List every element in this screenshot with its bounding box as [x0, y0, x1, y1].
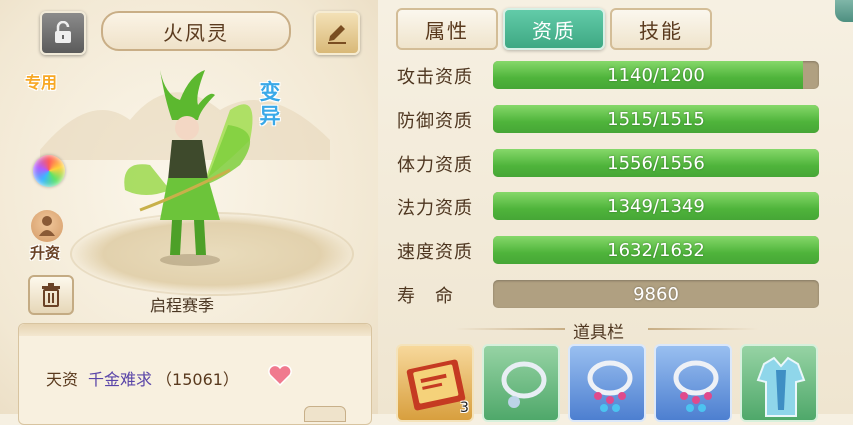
exclusive-badge: 专用: [25, 73, 58, 92]
pet-character: [124, 70, 253, 266]
stat-value: 1632/1632: [607, 239, 705, 261]
rename-button[interactable]: [314, 11, 360, 55]
upgrade-aptitude-icon[interactable]: [31, 210, 63, 242]
stat-label: 法力资质: [397, 198, 473, 219]
upgrade-aptitude-label[interactable]: 升资: [30, 242, 60, 263]
unlock-icon: [55, 21, 71, 43]
divider-right: [648, 328, 758, 330]
stat-bar: 1349/1349: [493, 192, 819, 220]
stat-bar: 1140/1200: [493, 61, 819, 89]
talent-row: 天资 千金难求 （15061）: [46, 366, 239, 390]
color-dye-icon[interactable]: [33, 155, 65, 187]
stat-bar: 9860: [493, 280, 819, 308]
stat-label: 攻击资质: [397, 67, 473, 88]
stat-label: 防御资质: [397, 111, 473, 132]
stat-label: 体力资质: [397, 155, 473, 176]
divider-left: [455, 328, 565, 330]
stat-bar: 1515/1515: [493, 105, 819, 133]
season-label: 启程赛季: [150, 296, 215, 315]
stat-bar: 1556/1556: [493, 149, 819, 177]
trash-icon: [42, 283, 60, 307]
lock-button[interactable]: [40, 11, 86, 55]
pet-name: 火凤灵: [101, 11, 291, 51]
corner-decoration: [835, 0, 853, 22]
necklace-icon: [587, 360, 633, 412]
heart-icon: [268, 364, 292, 386]
item-slot-4[interactable]: [654, 344, 732, 422]
tab-attributes[interactable]: 属性: [396, 8, 498, 50]
item-slot-2[interactable]: [482, 344, 560, 422]
stat-value: 1515/1515: [607, 108, 705, 130]
tab-aptitude[interactable]: 资质: [503, 8, 605, 50]
talent-value: 千金难求: [88, 370, 153, 389]
stat-value: 9860: [633, 283, 679, 305]
stat-label: 寿 命: [397, 286, 454, 307]
talent-score: （15061）: [156, 370, 239, 389]
stat-label: 速度资质: [397, 242, 473, 263]
talent-label: 天资: [46, 370, 79, 389]
necklace-icon: [673, 360, 719, 412]
tab-skills[interactable]: 技能: [610, 8, 712, 50]
item-slot-5[interactable]: [740, 344, 818, 422]
stat-value: 1140/1200: [607, 64, 705, 86]
stat-value: 1556/1556: [607, 152, 705, 174]
stat-value: 1349/1349: [607, 195, 705, 217]
expand-handle[interactable]: [304, 406, 346, 422]
mutation-badge: 变异: [259, 80, 281, 128]
stat-bar: 1632/1632: [493, 236, 819, 264]
armor-icon: [756, 356, 806, 417]
item-slot-3[interactable]: [568, 344, 646, 422]
pencil-icon: [328, 25, 346, 44]
items-bar-title: 道具栏: [573, 323, 624, 343]
release-pet-button[interactable]: [28, 275, 74, 315]
necklace-icon: [501, 361, 547, 408]
